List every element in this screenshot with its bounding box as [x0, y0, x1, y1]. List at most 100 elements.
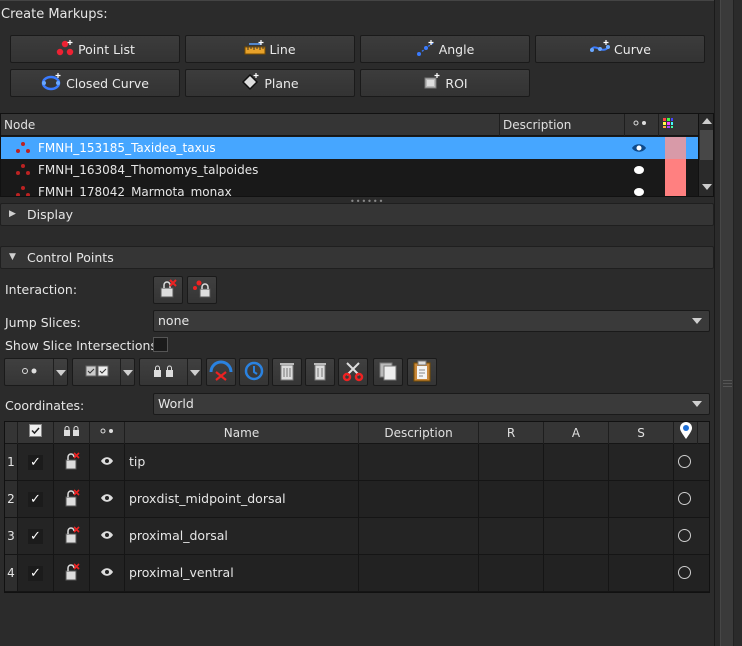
- visibility-toggle[interactable]: [90, 481, 125, 517]
- cut-button[interactable]: [338, 358, 368, 386]
- plane-button[interactable]: Plane: [185, 69, 355, 97]
- closed-curve-button[interactable]: Closed Curve: [10, 69, 180, 97]
- s-cell[interactable]: [609, 518, 674, 554]
- angle-button[interactable]: Angle: [360, 35, 530, 63]
- scroll-up-arrow-icon[interactable]: [699, 114, 713, 128]
- panel-scrollbar[interactable]: [714, 0, 742, 646]
- r-column-header[interactable]: R: [479, 422, 544, 444]
- locked-column-header[interactable]: [54, 422, 90, 444]
- copy-button[interactable]: [373, 358, 403, 386]
- control-points-section-header[interactable]: ▼ Control Points: [0, 246, 714, 269]
- markups-node-table[interactable]: Node Description FMNH_153185_Taxidea_tax…: [0, 113, 714, 197]
- node-row[interactable]: FMNH_178042_Marmota_monax: [1, 181, 698, 196]
- line-button[interactable]: Line: [185, 35, 355, 63]
- a-cell[interactable]: [544, 555, 609, 591]
- selected-checkbox[interactable]: ✓: [18, 518, 54, 554]
- r-cell[interactable]: [479, 444, 544, 480]
- visible-column-header[interactable]: [90, 422, 125, 444]
- control-point-row[interactable]: 3 ✓ proximal_dorsal: [5, 518, 709, 555]
- scroll-down-arrow-icon[interactable]: [699, 180, 713, 194]
- node-color-swatch[interactable]: [665, 181, 686, 196]
- visibility-toggle[interactable]: [90, 444, 125, 480]
- position-status-radio[interactable]: [678, 492, 691, 505]
- visibility-dropdown-arrow[interactable]: [53, 359, 67, 385]
- a-cell[interactable]: [544, 518, 609, 554]
- name-column-header[interactable]: Name: [125, 422, 359, 444]
- lock-toggle[interactable]: [140, 359, 188, 385]
- description-column-header[interactable]: Description: [359, 422, 479, 444]
- jump-slices-select[interactable]: none: [153, 310, 710, 332]
- control-point-name[interactable]: proximal_ventral: [125, 555, 359, 591]
- s-cell[interactable]: [609, 481, 674, 517]
- a-cell[interactable]: [544, 444, 609, 480]
- control-point-row[interactable]: 2 ✓ proxdist_midpoint_dorsal: [5, 481, 709, 518]
- lock-toggle[interactable]: [54, 555, 90, 591]
- description-cell[interactable]: [359, 444, 479, 480]
- roi-button[interactable]: ROI: [360, 69, 530, 97]
- selected-checkbox[interactable]: ✓: [18, 555, 54, 591]
- hidden-dot-icon[interactable]: [631, 186, 647, 196]
- visible-eye-icon[interactable]: [631, 142, 647, 157]
- visibility-toggle[interactable]: [5, 359, 53, 385]
- delete-position-button[interactable]: [272, 358, 302, 386]
- description-column-header[interactable]: Description: [500, 114, 625, 136]
- visibility-column-header[interactable]: [625, 114, 659, 136]
- visibility-menu-button[interactable]: [4, 358, 68, 386]
- node-row[interactable]: FMNH_153185_Taxidea_taxus: [1, 137, 698, 159]
- panel-scroll-thumb[interactable]: [720, 0, 734, 646]
- control-point-row[interactable]: 4 ✓ proximal_ventral: [5, 555, 709, 592]
- description-cell[interactable]: [359, 555, 479, 591]
- lock-toggle[interactable]: [54, 444, 90, 480]
- color-column-header[interactable]: [659, 114, 698, 136]
- delete-all-button[interactable]: [305, 358, 335, 386]
- position-status-radio[interactable]: [678, 566, 691, 579]
- a-column-header[interactable]: A: [544, 422, 609, 444]
- node-table-scrollbar[interactable]: [698, 114, 713, 196]
- r-cell[interactable]: [479, 518, 544, 554]
- selection-toggle[interactable]: [73, 359, 121, 385]
- description-cell[interactable]: [359, 518, 479, 554]
- display-section-header[interactable]: ▶ Display: [0, 203, 714, 226]
- s-cell[interactable]: [609, 555, 674, 591]
- coordinates-select[interactable]: World: [153, 393, 710, 415]
- lock-dropdown-arrow[interactable]: [187, 359, 201, 385]
- control-point-name[interactable]: tip: [125, 444, 359, 480]
- position-status-radio[interactable]: [678, 455, 691, 468]
- scroll-thumb[interactable]: [700, 130, 713, 160]
- restore-position-button[interactable]: [239, 358, 269, 386]
- node-row[interactable]: FMNH_163084_Thomomys_talpoides: [1, 159, 698, 181]
- control-point-name[interactable]: proxdist_midpoint_dorsal: [125, 481, 359, 517]
- control-points-table[interactable]: Name Description R A S 1 ✓ tip 2 ✓ proxd…: [4, 421, 710, 593]
- control-point-row[interactable]: 1 ✓ tip: [5, 444, 709, 481]
- selected-checkbox[interactable]: ✓: [18, 481, 54, 517]
- r-cell[interactable]: [479, 481, 544, 517]
- unset-position-button[interactable]: [206, 358, 236, 386]
- node-color-swatch[interactable]: [665, 159, 686, 181]
- position-status-column-header[interactable]: [674, 422, 698, 444]
- selection-dropdown-arrow[interactable]: [120, 359, 134, 385]
- lock-menu-button[interactable]: [139, 358, 202, 386]
- unlock-points-button[interactable]: [153, 276, 183, 304]
- control-point-name[interactable]: proximal_dorsal: [125, 518, 359, 554]
- curve-button[interactable]: Curve: [535, 35, 705, 63]
- description-cell[interactable]: [359, 481, 479, 517]
- visibility-toggle[interactable]: [90, 555, 125, 591]
- selected-column-header[interactable]: [18, 422, 54, 444]
- lock-toggle[interactable]: [54, 518, 90, 554]
- show-slice-intersections-checkbox[interactable]: [153, 337, 168, 352]
- point-list-button[interactable]: Point List: [10, 35, 180, 63]
- s-column-header[interactable]: S: [609, 422, 674, 444]
- s-cell[interactable]: [609, 444, 674, 480]
- paste-button[interactable]: [407, 358, 437, 386]
- hidden-dot-icon[interactable]: [631, 164, 647, 179]
- selection-menu-button[interactable]: [72, 358, 135, 386]
- node-column-header[interactable]: Node: [1, 114, 500, 136]
- lock-toggle[interactable]: [54, 481, 90, 517]
- r-cell[interactable]: [479, 555, 544, 591]
- visibility-toggle[interactable]: [90, 518, 125, 554]
- place-points-button[interactable]: [187, 276, 217, 304]
- a-cell[interactable]: [544, 481, 609, 517]
- selected-checkbox[interactable]: ✓: [18, 444, 54, 480]
- position-status-radio[interactable]: [678, 529, 691, 542]
- node-color-swatch[interactable]: [665, 137, 686, 159]
